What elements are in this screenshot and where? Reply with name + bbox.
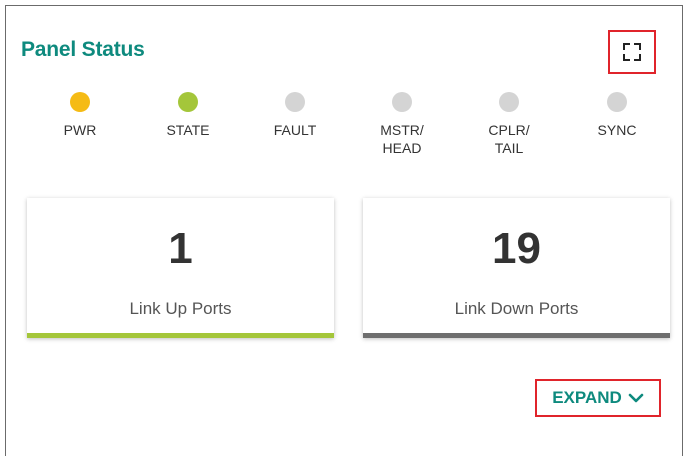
link-down-card: 19 Link Down Ports <box>363 198 670 338</box>
link-up-count: 1 <box>168 224 193 273</box>
fullscreen-button[interactable] <box>608 30 656 74</box>
fullscreen-icon <box>623 43 641 61</box>
led-cplr-tail: CPLR/ TAIL <box>459 92 559 157</box>
led-fault-indicator <box>285 92 305 112</box>
led-pwr: PWR <box>30 92 130 139</box>
panel-title: Panel Status <box>21 38 145 61</box>
expand-button[interactable]: EXPAND <box>535 379 661 417</box>
led-sync-label: SYNC <box>597 122 637 138</box>
led-cplr-tail-label: CPLR/ TAIL <box>488 122 530 156</box>
led-state-label: STATE <box>166 122 210 138</box>
led-fault: FAULT <box>245 92 345 139</box>
led-mstr-head: MSTR/ HEAD <box>352 92 452 157</box>
link-up-caption: Link Up Ports <box>129 299 232 318</box>
link-down-caption: Link Down Ports <box>454 299 579 318</box>
led-state: STATE <box>138 92 238 139</box>
link-down-count: 19 <box>492 224 541 273</box>
led-mstr-head-indicator <box>392 92 412 112</box>
led-mstr-head-label: MSTR/ HEAD <box>380 122 424 156</box>
expand-label: EXPAND <box>552 388 622 407</box>
link-up-card: 1 Link Up Ports <box>27 198 334 338</box>
led-cplr-tail-indicator <box>499 92 519 112</box>
led-fault-label: FAULT <box>273 122 317 138</box>
link-down-bar <box>363 333 670 338</box>
link-up-bar <box>27 333 334 338</box>
led-sync: SYNC <box>567 92 667 139</box>
chevron-down-icon <box>628 393 644 403</box>
led-state-indicator <box>178 92 198 112</box>
led-pwr-indicator <box>70 92 90 112</box>
led-sync-indicator <box>607 92 627 112</box>
led-pwr-label: PWR <box>63 122 97 138</box>
